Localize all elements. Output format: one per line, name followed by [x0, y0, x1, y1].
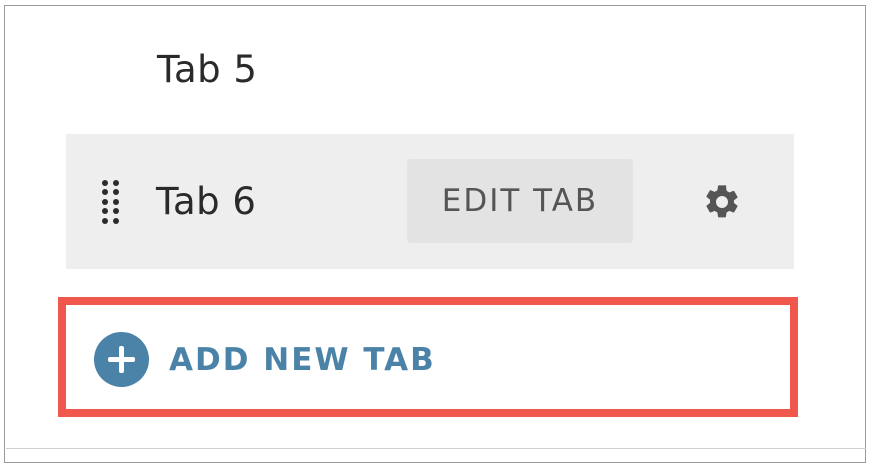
- tab-item-tab-5[interactable]: Tab 5: [62, 40, 792, 98]
- add-new-tab-label: ADD NEW TAB: [169, 341, 436, 378]
- gear-icon[interactable]: [702, 182, 742, 222]
- edit-tab-button[interactable]: EDIT TAB: [407, 159, 633, 243]
- plus-circle-icon: [94, 332, 149, 387]
- add-new-tab-button[interactable]: ADD NEW TAB: [94, 332, 436, 387]
- tab-label: Tab 5: [157, 47, 258, 91]
- divider: [6, 448, 866, 449]
- tab-label: Tab 6: [156, 180, 257, 223]
- tab-item-tab-6[interactable]: Tab 6 EDIT TAB: [66, 134, 794, 269]
- drag-handle-icon[interactable]: [102, 180, 124, 224]
